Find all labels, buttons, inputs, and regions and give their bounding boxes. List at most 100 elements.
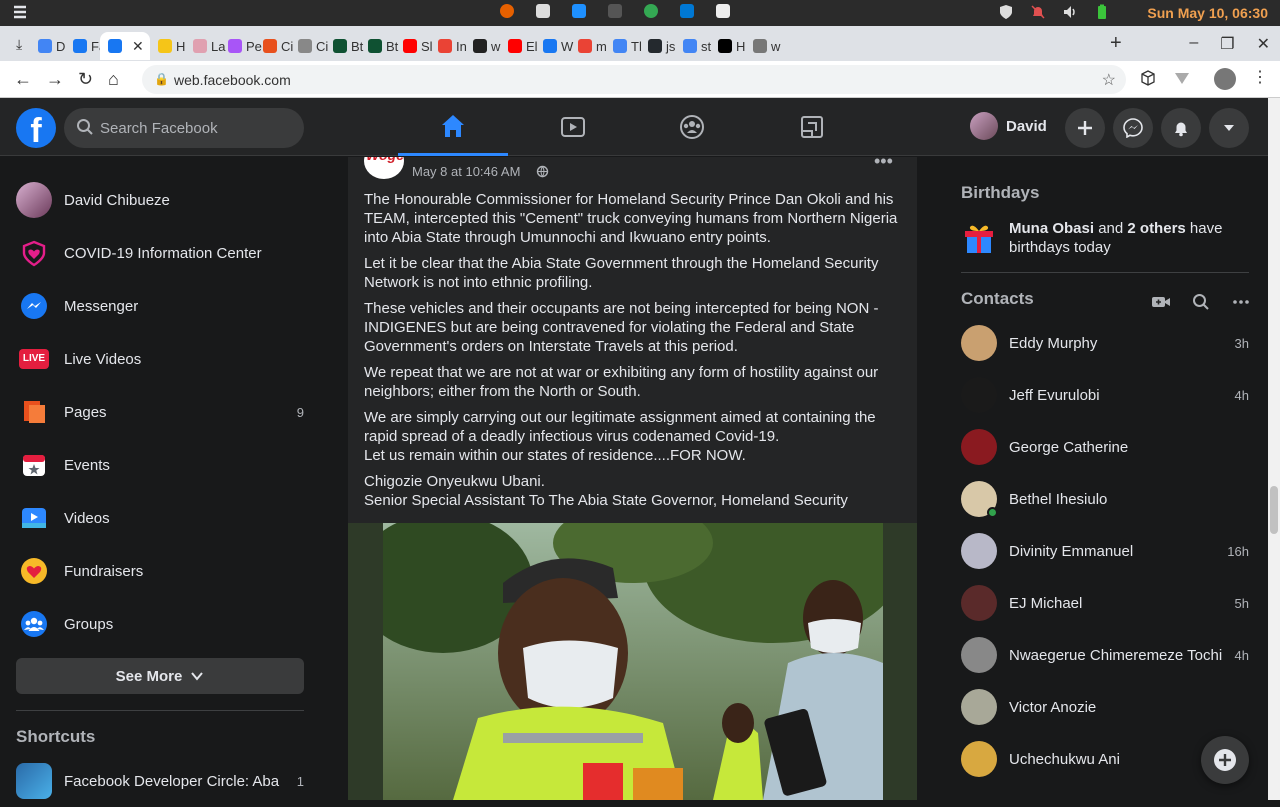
sidebar-item[interactable]: LIVE Live Videos — [16, 333, 312, 385]
contact-item[interactable]: Eddy Murphy 3h — [961, 317, 1249, 369]
nav-home[interactable] — [398, 98, 508, 156]
reload-icon[interactable]: ↻ — [78, 69, 93, 90]
groups-icon — [16, 606, 52, 642]
contact-item[interactable]: George Catherine — [961, 421, 1249, 473]
browser-tab[interactable]: W — [535, 32, 573, 60]
profile-avatar[interactable] — [1214, 68, 1236, 90]
browser-tab[interactable]: ✕ — [100, 32, 150, 60]
browser-tab[interactable]: H — [710, 32, 745, 60]
contact-item[interactable]: Jeff Evurulobi 4h — [961, 369, 1249, 421]
facebook-logo[interactable]: f — [16, 108, 56, 150]
sidebar-item[interactable]: Pages 9 — [16, 386, 312, 438]
sidebar-item[interactable]: David Chibueze — [16, 174, 312, 226]
minimize-icon[interactable]: – — [1189, 34, 1198, 54]
contact-item[interactable]: Victor Anozie — [961, 681, 1249, 733]
nav-groups[interactable] — [637, 98, 747, 156]
birthday-and: and — [1098, 220, 1124, 237]
browser-tab[interactable]: Bt — [360, 32, 398, 60]
files-icon[interactable] — [536, 4, 550, 18]
address-bar[interactable]: 🔒 web.facebook.com ☆ — [142, 65, 1126, 94]
browser-tab[interactable]: Pe — [220, 32, 262, 60]
sidebar-item[interactable]: Fundraisers — [16, 545, 312, 597]
tab-favicon-icon — [508, 39, 522, 53]
birthday-notice[interactable]: Muna Obasi and 2 others have birthdays t… — [961, 219, 1241, 257]
sidebar-item[interactable]: Groups — [16, 598, 312, 650]
clock[interactable]: Sun May 10, 06:30 — [1147, 5, 1268, 21]
contact-item[interactable]: Nwaegerue Chimeremeze Tochi 4h — [961, 629, 1249, 681]
new-room-icon[interactable] — [1151, 292, 1171, 312]
browser-tab[interactable]: El — [500, 32, 538, 60]
contacts-options-icon[interactable] — [1231, 292, 1251, 312]
birthday-person[interactable]: Muna Obasi — [1009, 220, 1094, 237]
browser-tab[interactable]: Sl — [395, 32, 433, 60]
browser-tab[interactable]: Ci — [255, 32, 293, 60]
bookmark-star-icon[interactable]: ☆ — [1102, 70, 1116, 90]
download-icon[interactable]: ⤓ — [16, 36, 22, 53]
browser-tab[interactable]: Fa — [65, 32, 106, 60]
volume-icon[interactable] — [1062, 4, 1078, 20]
see-more-button[interactable]: See More — [16, 658, 304, 694]
shield-icon[interactable] — [998, 4, 1014, 20]
browser-tab[interactable]: st — [675, 32, 711, 60]
activities-icon[interactable] — [12, 4, 28, 22]
sidebar-item[interactable]: Videos — [16, 492, 312, 544]
terminal-icon[interactable] — [608, 4, 622, 18]
new-tab-button[interactable]: + — [1110, 32, 1122, 55]
browser-tab[interactable]: w — [465, 32, 500, 60]
browser-tab[interactable]: H — [150, 32, 185, 60]
birthday-others[interactable]: 2 others — [1127, 220, 1185, 237]
create-button[interactable] — [1065, 108, 1105, 148]
restore-icon[interactable]: ❐ — [1220, 34, 1234, 54]
profile-chip[interactable]: David — [962, 108, 1055, 144]
scrollbar-thumb[interactable] — [1270, 486, 1278, 534]
vscode-icon[interactable] — [680, 4, 694, 18]
chrome-menu-icon[interactable]: ⋮ — [1252, 67, 1268, 86]
messenger-button[interactable] — [1113, 108, 1153, 148]
nav-watch[interactable] — [518, 98, 628, 156]
browser-tab[interactable]: m — [570, 32, 607, 60]
contact-item[interactable]: Bethel Ihesiulo — [961, 473, 1249, 525]
notifications-off-icon[interactable] — [1030, 4, 1046, 20]
post-date[interactable]: May 8 at 10:46 AM — [412, 164, 520, 179]
firefox-icon[interactable] — [500, 4, 514, 18]
browser-tab[interactable]: Ci — [290, 32, 328, 60]
app2-icon[interactable] — [716, 4, 730, 18]
home-icon[interactable]: ⌂ — [108, 69, 119, 90]
post-options-icon[interactable]: ••• — [874, 157, 893, 172]
search-input[interactable] — [100, 108, 300, 148]
post-author-avatar[interactable]: Wogc — [364, 157, 404, 179]
sidebar-item[interactable]: COVID-19 Information Center — [16, 227, 312, 279]
browser-tab[interactable]: In — [430, 32, 467, 60]
search-contacts-icon[interactable] — [1191, 292, 1211, 312]
shortcut-item[interactable]: Facebook Developer Circle: Aba 1 — [16, 755, 312, 807]
browser-tab[interactable]: js — [640, 32, 675, 60]
chrome-icon[interactable] — [644, 4, 658, 18]
back-icon[interactable]: ← — [14, 69, 32, 90]
app-icon[interactable] — [572, 4, 586, 18]
lock-icon[interactable]: 🔒 — [154, 72, 169, 86]
browser-tab[interactable]: Tl — [605, 32, 642, 60]
forward-icon[interactable]: → — [46, 69, 64, 90]
extension-v-icon[interactable] — [1174, 70, 1190, 86]
notifications-button[interactable] — [1161, 108, 1201, 148]
account-button[interactable] — [1209, 108, 1249, 148]
new-message-button[interactable] — [1201, 736, 1249, 784]
extension-cube-icon[interactable] — [1140, 70, 1156, 86]
tab-close-icon[interactable]: ✕ — [132, 38, 144, 55]
contact-item[interactable]: EJ Michael 5h — [961, 577, 1249, 629]
nav-gaming[interactable] — [757, 98, 867, 156]
url-text[interactable]: web.facebook.com — [174, 72, 291, 88]
post-photo-area[interactable] — [348, 523, 917, 800]
post-photo[interactable] — [383, 523, 883, 800]
sidebar-item[interactable]: Events — [16, 439, 312, 491]
browser-tab[interactable]: D — [30, 32, 65, 60]
contact-item[interactable]: Divinity Emmanuel 16h — [961, 525, 1249, 577]
close-window-icon[interactable]: ✕ — [1257, 34, 1270, 54]
sidebar-item[interactable]: Messenger — [16, 280, 312, 332]
search-box[interactable] — [64, 108, 304, 148]
browser-tab[interactable]: Bt — [325, 32, 363, 60]
page-scrollbar[interactable] — [1268, 98, 1280, 800]
browser-tab[interactable]: w — [745, 32, 780, 60]
battery-icon[interactable] — [1094, 4, 1110, 20]
browser-tab[interactable]: La — [185, 32, 225, 60]
